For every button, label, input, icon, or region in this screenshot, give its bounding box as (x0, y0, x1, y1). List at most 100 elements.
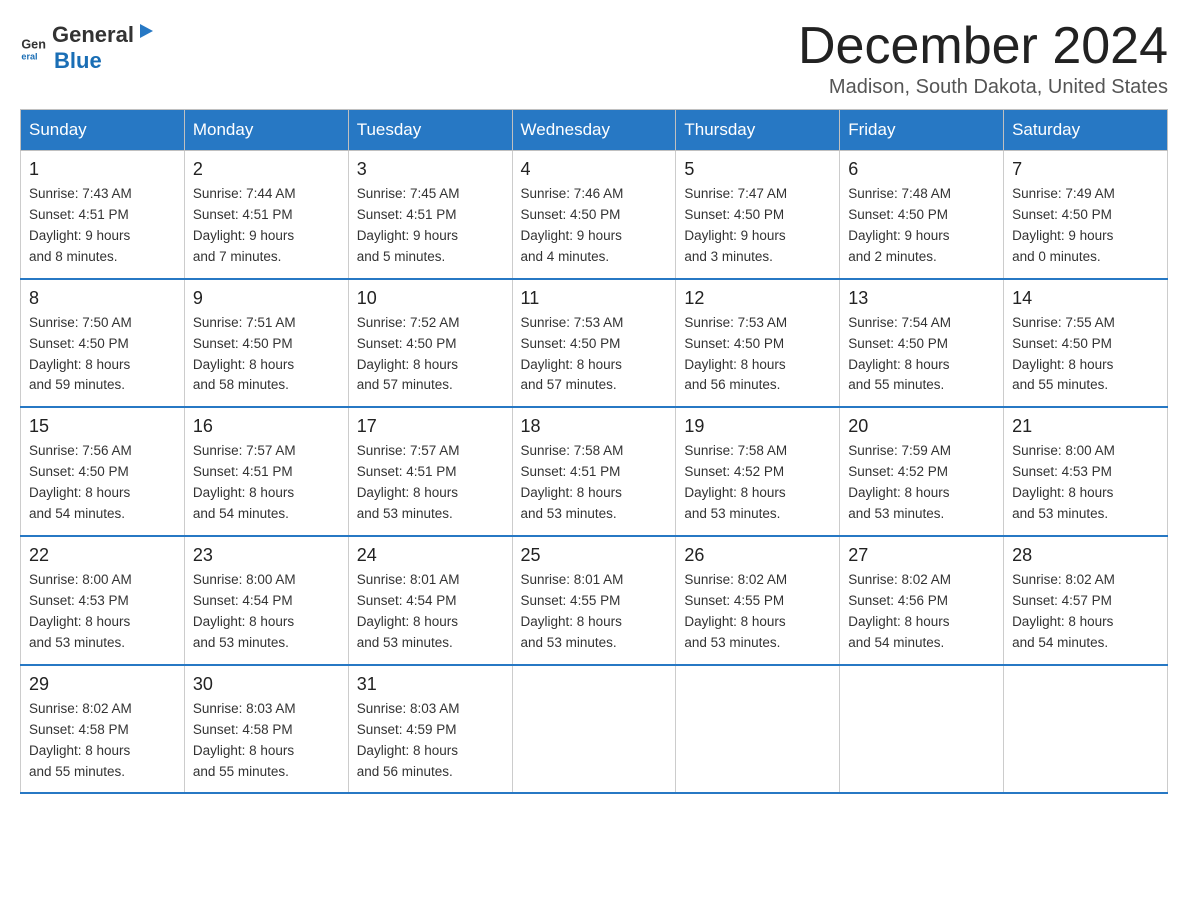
calendar-day-cell: 17 Sunrise: 7:57 AM Sunset: 4:51 PM Dayli… (348, 407, 512, 536)
svg-text:eral: eral (21, 52, 37, 61)
day-number: 23 (193, 545, 340, 566)
day-info: Sunrise: 8:02 AM Sunset: 4:57 PM Dayligh… (1012, 570, 1159, 654)
day-number: 28 (1012, 545, 1159, 566)
day-info: Sunrise: 7:57 AM Sunset: 4:51 PM Dayligh… (357, 441, 504, 525)
calendar-day-cell: 5 Sunrise: 7:47 AM Sunset: 4:50 PM Daylig… (676, 151, 840, 279)
day-info: Sunrise: 7:55 AM Sunset: 4:50 PM Dayligh… (1012, 313, 1159, 397)
calendar-day-cell: 21 Sunrise: 8:00 AM Sunset: 4:53 PM Dayli… (1004, 407, 1168, 536)
day-info: Sunrise: 7:47 AM Sunset: 4:50 PM Dayligh… (684, 184, 831, 268)
day-number: 29 (29, 674, 176, 695)
day-number: 14 (1012, 288, 1159, 309)
calendar-day-cell: 31 Sunrise: 8:03 AM Sunset: 4:59 PM Dayli… (348, 665, 512, 794)
day-info: Sunrise: 7:57 AM Sunset: 4:51 PM Dayligh… (193, 441, 340, 525)
day-number: 20 (848, 416, 995, 437)
day-info: Sunrise: 8:03 AM Sunset: 4:59 PM Dayligh… (357, 699, 504, 783)
calendar-week-row: 22 Sunrise: 8:00 AM Sunset: 4:53 PM Dayli… (21, 536, 1168, 665)
calendar-day-cell: 3 Sunrise: 7:45 AM Sunset: 4:51 PM Daylig… (348, 151, 512, 279)
calendar-day-cell: 25Sunrise: 8:01 AM Sunset: 4:55 PM Dayli… (512, 536, 676, 665)
day-info: Sunrise: 8:00 AM Sunset: 4:54 PM Dayligh… (193, 570, 340, 654)
day-number: 22 (29, 545, 176, 566)
calendar-day-cell: 22 Sunrise: 8:00 AM Sunset: 4:53 PM Dayli… (21, 536, 185, 665)
calendar-week-row: 29 Sunrise: 8:02 AM Sunset: 4:58 PM Dayli… (21, 665, 1168, 794)
day-number: 18 (521, 416, 668, 437)
day-info: Sunrise: 7:46 AM Sunset: 4:50 PM Dayligh… (521, 184, 668, 268)
day-info: Sunrise: 7:50 AM Sunset: 4:50 PM Dayligh… (29, 313, 176, 397)
day-info: Sunrise: 8:00 AM Sunset: 4:53 PM Dayligh… (29, 570, 176, 654)
calendar-day-cell: 23 Sunrise: 8:00 AM Sunset: 4:54 PM Dayli… (184, 536, 348, 665)
logo: Gen eral General Blue (20, 20, 158, 74)
calendar-day-cell (1004, 665, 1168, 794)
day-info: Sunrise: 7:51 AM Sunset: 4:50 PM Dayligh… (193, 313, 340, 397)
logo-arrow-icon (135, 20, 157, 42)
weekday-header-row: SundayMondayTuesdayWednesdayThursdayFrid… (21, 110, 1168, 151)
day-number: 3 (357, 159, 504, 180)
calendar-day-cell: 20Sunrise: 7:59 AM Sunset: 4:52 PM Dayli… (840, 407, 1004, 536)
weekday-header-friday: Friday (840, 110, 1004, 151)
day-info: Sunrise: 7:48 AM Sunset: 4:50 PM Dayligh… (848, 184, 995, 268)
calendar-day-cell: 16 Sunrise: 7:57 AM Sunset: 4:51 PM Dayli… (184, 407, 348, 536)
day-info: Sunrise: 7:44 AM Sunset: 4:51 PM Dayligh… (193, 184, 340, 268)
day-number: 19 (684, 416, 831, 437)
day-number: 26 (684, 545, 831, 566)
title-block: December 2024 Madison, South Dakota, Uni… (798, 20, 1168, 99)
day-info: Sunrise: 8:02 AM Sunset: 4:56 PM Dayligh… (848, 570, 995, 654)
day-number: 7 (1012, 159, 1159, 180)
calendar-week-row: 15 Sunrise: 7:56 AM Sunset: 4:50 PM Dayli… (21, 407, 1168, 536)
calendar-day-cell: 30Sunrise: 8:03 AM Sunset: 4:58 PM Dayli… (184, 665, 348, 794)
calendar-day-cell: 19 Sunrise: 7:58 AM Sunset: 4:52 PM Dayli… (676, 407, 840, 536)
day-info: Sunrise: 8:02 AM Sunset: 4:58 PM Dayligh… (29, 699, 176, 783)
logo-icon: Gen eral (20, 33, 48, 61)
calendar-day-cell: 7 Sunrise: 7:49 AM Sunset: 4:50 PM Daylig… (1004, 151, 1168, 279)
calendar-day-cell: 11Sunrise: 7:53 AM Sunset: 4:50 PM Dayli… (512, 279, 676, 408)
calendar-day-cell: 4 Sunrise: 7:46 AM Sunset: 4:50 PM Daylig… (512, 151, 676, 279)
day-info: Sunrise: 7:58 AM Sunset: 4:51 PM Dayligh… (521, 441, 668, 525)
day-info: Sunrise: 7:45 AM Sunset: 4:51 PM Dayligh… (357, 184, 504, 268)
day-info: Sunrise: 8:00 AM Sunset: 4:53 PM Dayligh… (1012, 441, 1159, 525)
page-header: Gen eral General Blue December 2024 Madi… (20, 20, 1168, 99)
svg-text:Gen: Gen (21, 37, 46, 51)
calendar-week-row: 8Sunrise: 7:50 AM Sunset: 4:50 PM Daylig… (21, 279, 1168, 408)
calendar-day-cell: 10Sunrise: 7:52 AM Sunset: 4:50 PM Dayli… (348, 279, 512, 408)
calendar-day-cell: 12Sunrise: 7:53 AM Sunset: 4:50 PM Dayli… (676, 279, 840, 408)
day-number: 21 (1012, 416, 1159, 437)
day-number: 2 (193, 159, 340, 180)
logo-text-general: General (52, 22, 134, 48)
calendar-week-row: 1 Sunrise: 7:43 AM Sunset: 4:51 PM Daylig… (21, 151, 1168, 279)
month-title: December 2024 (798, 20, 1168, 72)
day-number: 25 (521, 545, 668, 566)
day-number: 6 (848, 159, 995, 180)
day-info: Sunrise: 7:43 AM Sunset: 4:51 PM Dayligh… (29, 184, 176, 268)
weekday-header-tuesday: Tuesday (348, 110, 512, 151)
day-number: 9 (193, 288, 340, 309)
day-info: Sunrise: 8:02 AM Sunset: 4:55 PM Dayligh… (684, 570, 831, 654)
calendar-day-cell (676, 665, 840, 794)
day-number: 1 (29, 159, 176, 180)
day-number: 31 (357, 674, 504, 695)
day-info: Sunrise: 7:53 AM Sunset: 4:50 PM Dayligh… (521, 313, 668, 397)
day-info: Sunrise: 8:03 AM Sunset: 4:58 PM Dayligh… (193, 699, 340, 783)
day-number: 15 (29, 416, 176, 437)
calendar-day-cell: 28 Sunrise: 8:02 AM Sunset: 4:57 PM Dayli… (1004, 536, 1168, 665)
day-info: Sunrise: 7:58 AM Sunset: 4:52 PM Dayligh… (684, 441, 831, 525)
day-number: 4 (521, 159, 668, 180)
day-info: Sunrise: 8:01 AM Sunset: 4:54 PM Dayligh… (357, 570, 504, 654)
day-info: Sunrise: 7:56 AM Sunset: 4:50 PM Dayligh… (29, 441, 176, 525)
calendar-day-cell: 18 Sunrise: 7:58 AM Sunset: 4:51 PM Dayli… (512, 407, 676, 536)
day-number: 12 (684, 288, 831, 309)
weekday-header-saturday: Saturday (1004, 110, 1168, 151)
calendar-day-cell: 1 Sunrise: 7:43 AM Sunset: 4:51 PM Daylig… (21, 151, 185, 279)
day-number: 17 (357, 416, 504, 437)
calendar-day-cell: 26 Sunrise: 8:02 AM Sunset: 4:55 PM Dayli… (676, 536, 840, 665)
calendar-table: SundayMondayTuesdayWednesdayThursdayFrid… (20, 109, 1168, 794)
calendar-day-cell: 15 Sunrise: 7:56 AM Sunset: 4:50 PM Dayli… (21, 407, 185, 536)
calendar-day-cell (840, 665, 1004, 794)
calendar-day-cell (512, 665, 676, 794)
calendar-day-cell: 9 Sunrise: 7:51 AM Sunset: 4:50 PM Daylig… (184, 279, 348, 408)
logo-text-blue: Blue (54, 48, 102, 73)
day-info: Sunrise: 7:52 AM Sunset: 4:50 PM Dayligh… (357, 313, 504, 397)
calendar-day-cell: 29 Sunrise: 8:02 AM Sunset: 4:58 PM Dayli… (21, 665, 185, 794)
day-number: 5 (684, 159, 831, 180)
weekday-header-thursday: Thursday (676, 110, 840, 151)
day-number: 16 (193, 416, 340, 437)
day-info: Sunrise: 7:49 AM Sunset: 4:50 PM Dayligh… (1012, 184, 1159, 268)
